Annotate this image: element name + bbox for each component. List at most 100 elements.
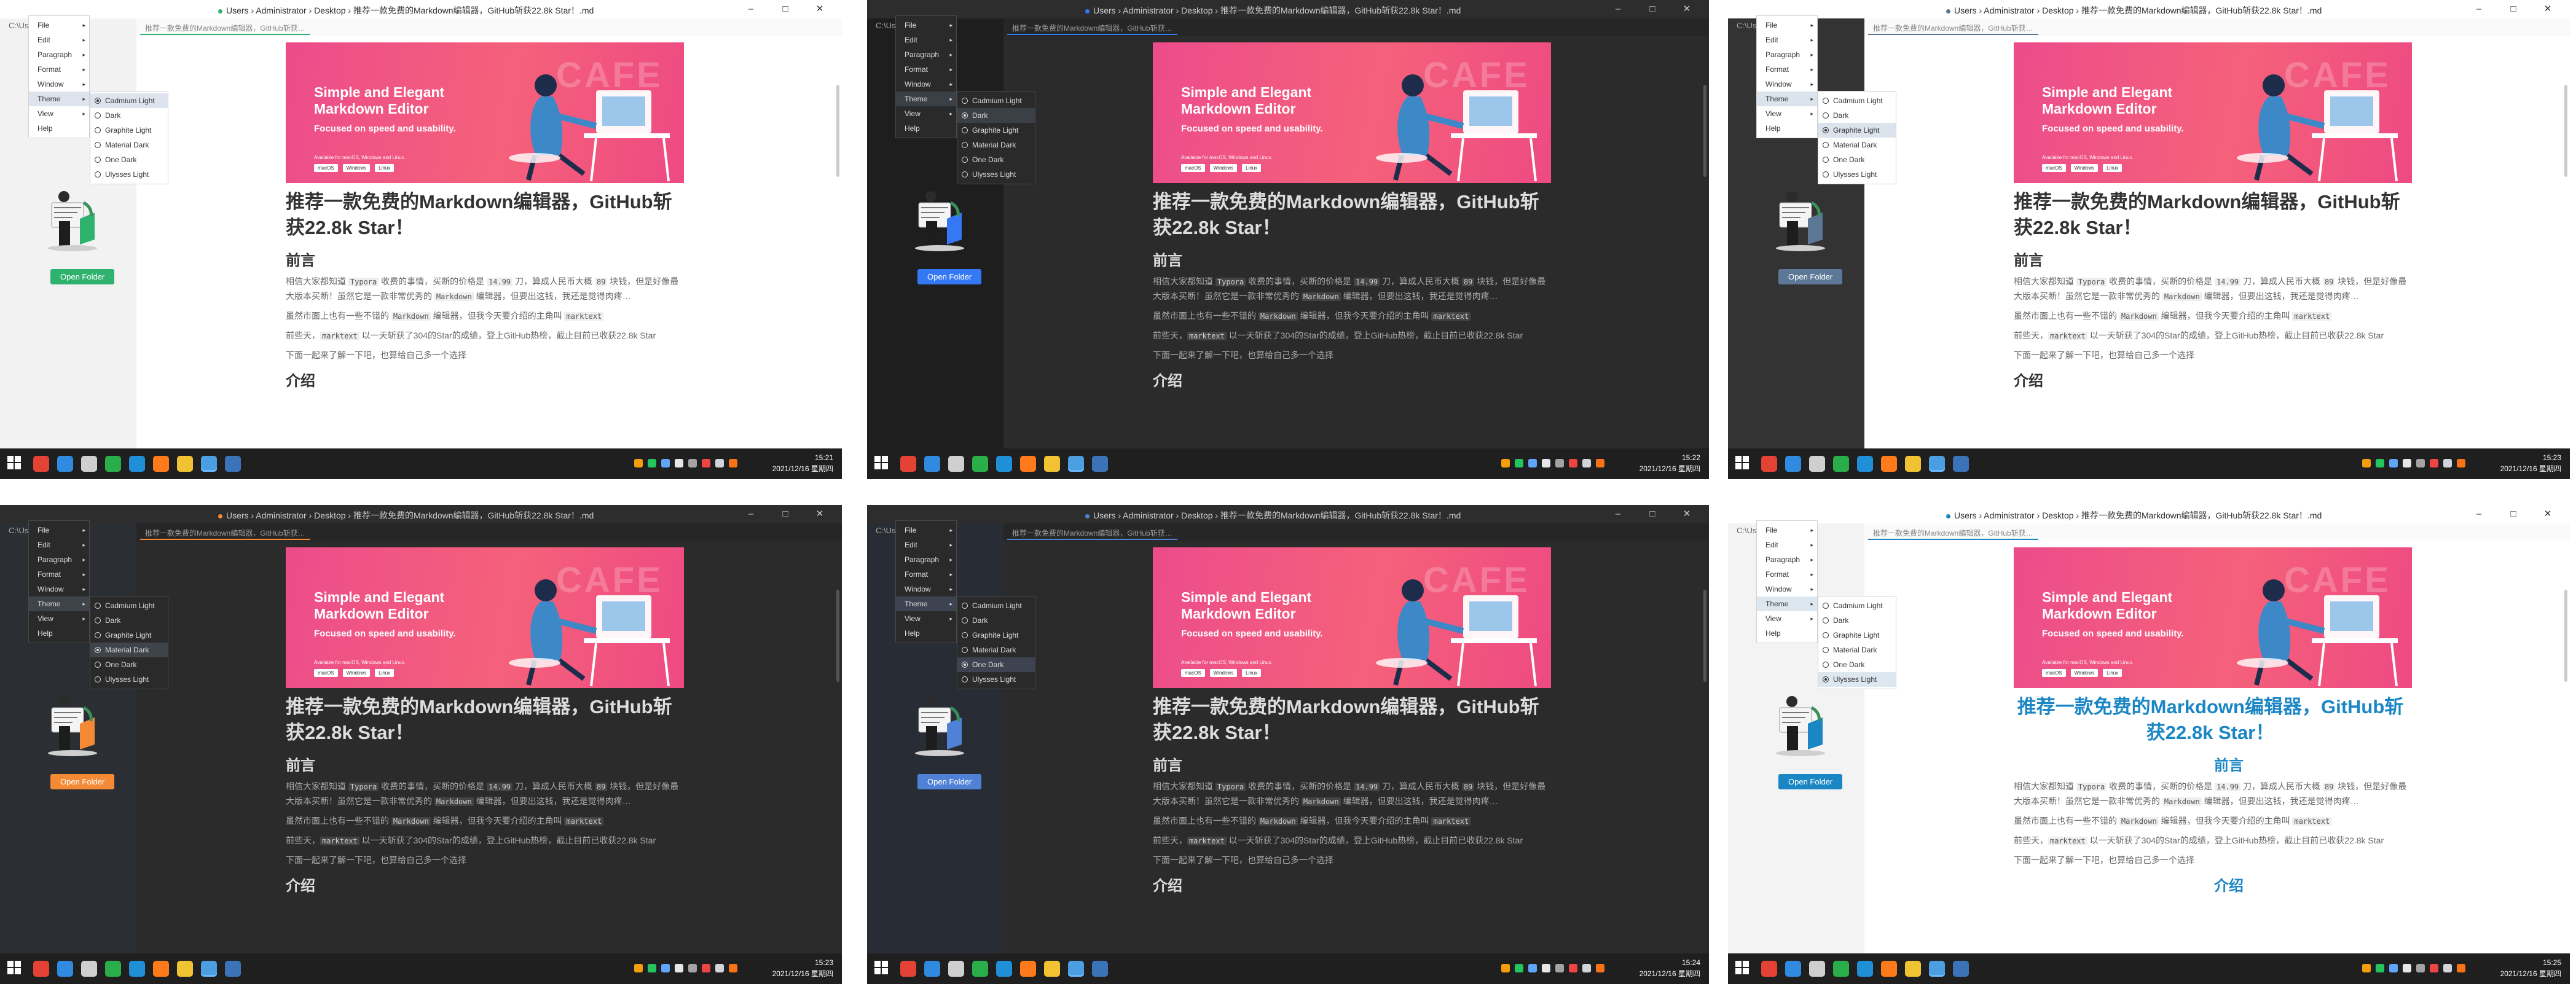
menu-item-help[interactable]: Help (29, 626, 89, 641)
menu-item-edit[interactable]: Edit ▸ (896, 33, 956, 47)
tray-icon[interactable] (2389, 459, 2398, 467)
document-tab[interactable]: 推荐一款免费的Markdown编辑器，GitHub斩获… (1007, 22, 1177, 35)
theme-option-graphite-light[interactable]: Graphite Light (90, 628, 168, 643)
python-icon[interactable] (225, 961, 241, 977)
theme-option-material-dark[interactable]: Material Dark (90, 643, 168, 657)
open-folder-button[interactable]: Open Folder (50, 269, 115, 284)
menu-item-file[interactable]: File ▸ (896, 18, 956, 33)
theme-option-graphite-light[interactable]: Graphite Light (957, 628, 1035, 643)
breadcrumb-item[interactable]: Users (1954, 510, 1977, 520)
edge-icon[interactable] (129, 456, 145, 472)
tray-icon[interactable] (1569, 459, 1577, 467)
tray-icon[interactable] (634, 964, 643, 972)
breadcrumb-item[interactable]: Administrator (1123, 6, 1173, 15)
close-button[interactable]: ✕ (1670, 2, 1704, 16)
tray-icon[interactable] (715, 964, 724, 972)
maximize-button[interactable]: □ (1635, 2, 1670, 16)
python-icon[interactable] (1092, 456, 1108, 472)
tray-icon[interactable] (661, 459, 670, 467)
tray-icon[interactable] (1542, 964, 1550, 972)
menu-item-file[interactable]: File ▸ (29, 523, 89, 538)
tray-icon[interactable] (1501, 964, 1510, 972)
tray-icon[interactable] (2362, 964, 2371, 972)
scrollbar-thumb[interactable] (1703, 590, 1706, 682)
windows-start-icon[interactable] (1735, 961, 1749, 974)
scrollbar-thumb[interactable] (836, 590, 839, 682)
edge-icon[interactable] (996, 961, 1012, 977)
menu-item-help[interactable]: Help (896, 121, 956, 136)
menu-item-window[interactable]: Window ▸ (29, 77, 89, 92)
theme-option-cadmium-light[interactable]: Cadmium Light (957, 598, 1035, 613)
scrollbar-thumb[interactable] (2564, 85, 2567, 177)
breadcrumb-item[interactable]: Users (1093, 6, 1116, 15)
tray-icon[interactable] (702, 459, 710, 467)
explorer-icon[interactable] (1044, 456, 1060, 472)
theme-option-one-dark[interactable]: One Dark (90, 152, 168, 167)
breadcrumb-item[interactable]: Administrator (1123, 510, 1173, 520)
firefox-icon[interactable] (1020, 961, 1036, 977)
document-tab[interactable]: 推荐一款免费的Markdown编辑器，GitHub斩获… (1868, 22, 2038, 35)
open-folder-button[interactable]: Open Folder (1778, 774, 1843, 789)
minimize-button[interactable]: – (2462, 2, 2496, 16)
tray-icon[interactable] (688, 459, 697, 467)
menu-item-format[interactable]: Format ▸ (1757, 62, 1817, 77)
vs-code-icon[interactable] (924, 961, 940, 977)
tray-icon[interactable] (2416, 964, 2425, 972)
menu-item-view[interactable]: View ▸ (29, 611, 89, 626)
theme-option-cadmium-light[interactable]: Cadmium Light (90, 93, 168, 108)
menu-item-edit[interactable]: Edit ▸ (29, 33, 89, 47)
explorer-icon[interactable] (1044, 961, 1060, 977)
menu-item-format[interactable]: Format ▸ (1757, 567, 1817, 582)
scrollbar-thumb[interactable] (836, 85, 839, 177)
breadcrumb-item[interactable]: Users (1954, 6, 1977, 15)
close-button[interactable]: ✕ (803, 507, 837, 521)
theme-option-graphite-light[interactable]: Graphite Light (1818, 123, 1896, 138)
breadcrumb-item[interactable]: Administrator (1984, 510, 2034, 520)
breadcrumb-item[interactable]: Desktop (314, 6, 345, 15)
wechat-icon[interactable] (105, 456, 121, 472)
terminal-icon[interactable] (81, 456, 97, 472)
breadcrumb-item[interactable]: Administrator (256, 6, 306, 15)
menu-item-theme[interactable]: Theme ▸ (29, 596, 89, 611)
menu-item-view[interactable]: View ▸ (896, 106, 956, 121)
maximize-button[interactable]: □ (2496, 507, 2531, 521)
marktext-icon[interactable] (1929, 456, 1945, 472)
theme-option-dark[interactable]: Dark (90, 613, 168, 628)
theme-option-graphite-light[interactable]: Graphite Light (90, 123, 168, 138)
windows-start-icon[interactable] (7, 456, 21, 469)
python-icon[interactable] (1953, 961, 1969, 977)
menu-item-edit[interactable]: Edit ▸ (29, 538, 89, 552)
minimize-button[interactable]: – (2462, 507, 2496, 521)
tray-icon[interactable] (2443, 459, 2452, 467)
theme-option-dark[interactable]: Dark (1818, 613, 1896, 628)
terminal-icon[interactable] (948, 961, 964, 977)
tray-icon[interactable] (1596, 459, 1604, 467)
document-tab[interactable]: 推荐一款免费的Markdown编辑器，GitHub斩获… (140, 22, 310, 35)
terminal-icon[interactable] (1809, 961, 1825, 977)
menu-item-file[interactable]: File ▸ (1757, 18, 1817, 33)
chrome-icon[interactable] (900, 961, 916, 977)
tray-icon[interactable] (661, 964, 670, 972)
theme-option-dark[interactable]: Dark (1818, 108, 1896, 123)
tray-icon[interactable] (1528, 459, 1537, 467)
explorer-icon[interactable] (1905, 456, 1921, 472)
tray-icon[interactable] (2376, 459, 2384, 467)
tray-icon[interactable] (2403, 459, 2411, 467)
menu-item-paragraph[interactable]: Paragraph ▸ (896, 47, 956, 62)
tray-icon[interactable] (688, 964, 697, 972)
tray-icon[interactable] (1501, 459, 1510, 467)
wechat-icon[interactable] (105, 961, 121, 977)
edge-icon[interactable] (996, 456, 1012, 472)
breadcrumb-item[interactable]: 推荐一款免费的Markdown编辑器，GitHub斩获22.8k Star！.m… (2081, 510, 2322, 520)
tray-icon[interactable] (2430, 964, 2438, 972)
tray-icon[interactable] (2362, 459, 2371, 467)
scrollbar-thumb[interactable] (2564, 590, 2567, 682)
theme-option-one-dark[interactable]: One Dark (957, 152, 1035, 167)
theme-option-cadmium-light[interactable]: Cadmium Light (90, 598, 168, 613)
menu-item-window[interactable]: Window ▸ (896, 582, 956, 596)
tray-icon[interactable] (729, 964, 737, 972)
theme-option-dark[interactable]: Dark (957, 613, 1035, 628)
tray-icon[interactable] (2416, 459, 2425, 467)
chrome-icon[interactable] (33, 456, 49, 472)
open-folder-button[interactable]: Open Folder (917, 774, 982, 789)
